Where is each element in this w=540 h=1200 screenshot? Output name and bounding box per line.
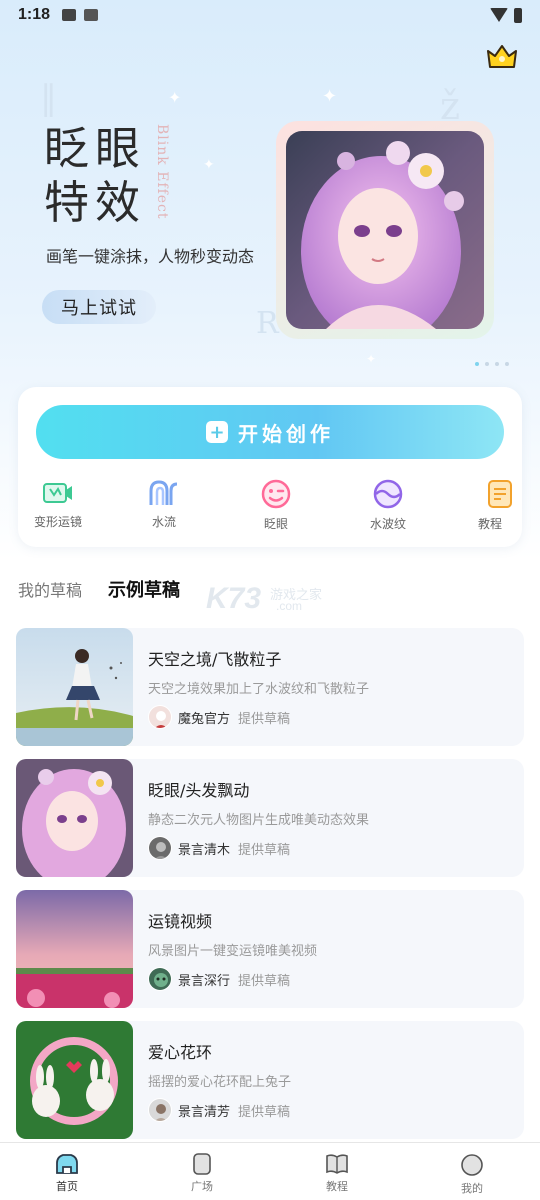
home-icon: [56, 1154, 78, 1174]
draft-list: 天空之境/飞散粒子 天空之境效果加上了水波纹和飞散粒子 魔兔官方 提供草稿 眨眼…: [16, 628, 524, 1152]
book-icon: [326, 1154, 348, 1174]
water-flow-icon: [149, 480, 178, 505]
water-ripple-icon: [373, 479, 403, 509]
author-note: 提供草稿: [238, 1104, 291, 1120]
tool-label: 眨眼: [263, 517, 288, 531]
try-now-button[interactable]: 马上试试: [42, 290, 156, 324]
list-item[interactable]: 眨眼/头发飘动 静态二次元人物图片生成唯美动态效果 景言清木 提供草稿: [16, 759, 524, 877]
author-note: 提供草稿: [238, 711, 291, 727]
draft-thumbnail: [16, 890, 133, 1008]
draft-tabs: 我的草稿 示例草稿: [18, 576, 180, 602]
author-note: 提供草稿: [238, 842, 291, 858]
avatar: [148, 967, 172, 991]
hero-anime-girl-image: [286, 131, 484, 329]
draft-description: 摇摆的爱心花环配上兔子: [148, 1075, 292, 1090]
draft-description: 风景图片一键变运镜唯美视频: [148, 944, 318, 959]
carousel-dot[interactable]: [505, 362, 509, 366]
draft-thumbnail: [16, 1021, 133, 1139]
nav-label: 教程: [326, 1180, 348, 1193]
nav-label: 首页: [56, 1180, 78, 1193]
sparkle-icon: ✦: [366, 352, 377, 366]
nav-label: 广场: [191, 1180, 213, 1193]
tool-water-ripple[interactable]: 水波纹: [348, 479, 428, 532]
status-time: 1:18: [18, 6, 51, 23]
watermark-domain: .com: [276, 599, 303, 613]
author-note: 提供草稿: [238, 973, 291, 989]
tool-tutorial[interactable]: 教程: [460, 479, 540, 532]
tutorial-doc-icon: [488, 480, 512, 508]
draft-description: 天空之境效果加上了水波纹和飞散粒子: [148, 682, 370, 697]
tool-label: 变形运镜: [33, 515, 82, 529]
carousel-dot[interactable]: [475, 362, 479, 366]
tool-label: 水波纹: [369, 517, 406, 531]
bottom-nav: 首页 广场 教程 我的: [0, 1142, 540, 1200]
avatar: [148, 705, 172, 729]
nav-profile[interactable]: 我的: [432, 1153, 512, 1196]
wifi-icon: [490, 8, 508, 22]
hero-title-line2: 特效: [44, 176, 147, 229]
draft-thumbnail: [16, 759, 133, 877]
tool-water-flow[interactable]: 水流: [124, 479, 204, 530]
wink-face-icon: [261, 479, 291, 509]
watermark-k73: K73: [206, 582, 262, 615]
author-name: 景言深行: [178, 973, 231, 989]
hero-title-line1: 眨眼: [44, 122, 147, 175]
draft-author: 景言深行 提供草稿: [148, 967, 290, 991]
nav-home[interactable]: 首页: [27, 1153, 107, 1194]
battery-icon: [514, 7, 522, 23]
hero-title: 眨眼 特效: [44, 122, 164, 230]
nav-label: 我的: [461, 1182, 483, 1195]
draft-author: 景言清木 提供草稿: [148, 836, 290, 860]
list-item[interactable]: 运镜视频 风景图片一键变运镜唯美视频 景言深行 提供草稿: [16, 890, 524, 1008]
draft-title: 天空之境/飞散粒子: [148, 650, 282, 669]
draft-title: 眨眼/头发飘动: [148, 781, 250, 800]
tool-label: 水流: [151, 515, 176, 529]
draft-description: 静态二次元人物图片生成唯美动态效果: [148, 813, 370, 828]
draft-author: 景言清芳 提供草稿: [148, 1098, 290, 1122]
tab-example-drafts[interactable]: 示例草稿: [108, 576, 180, 602]
hero-title-en: Blink Effect: [154, 124, 170, 220]
carousel-dot[interactable]: [485, 362, 489, 366]
crown-icon[interactable]: [486, 43, 518, 69]
watermark-logo: K73 游戏之家 .com: [206, 582, 336, 618]
sparkle-icon: ✦: [203, 157, 215, 173]
author-name: 景言清木: [178, 842, 231, 858]
tab-my-drafts[interactable]: 我的草稿: [18, 577, 82, 601]
hero-decoration: ‖: [40, 78, 57, 118]
draft-title: 爱心花环: [148, 1043, 213, 1062]
draft-title: 运镜视频: [148, 912, 213, 931]
hero-image-card[interactable]: [276, 121, 494, 339]
nav-square[interactable]: 广场: [162, 1153, 242, 1194]
carousel-dot[interactable]: [495, 362, 499, 366]
tool-row: 变形运镜 水流 眨眼 水波纹 教程: [18, 479, 522, 539]
nav-tutorial[interactable]: 教程: [297, 1153, 377, 1194]
status-bar: 1:18: [0, 0, 540, 30]
plus-icon: +: [206, 421, 228, 443]
hero-subtitle: 画笔一键涂抹，人物秒变动态: [46, 247, 255, 266]
profile-icon: [461, 1154, 483, 1176]
carousel-dots: [475, 362, 509, 366]
tool-label: 教程: [477, 517, 502, 531]
tool-wink[interactable]: 眨眼: [236, 479, 316, 532]
morph-camera-icon: [43, 483, 72, 503]
create-panel: + 开始创作 变形运镜 水流 眨眼 水波纹 教程: [18, 387, 522, 547]
draft-author: 魔兔官方 提供草稿: [148, 705, 290, 729]
tool-morph-camera[interactable]: 变形运镜: [18, 479, 98, 530]
avatar: [148, 836, 172, 860]
sparkle-icon: ✦: [322, 86, 338, 107]
list-item[interactable]: 爱心花环 摇摆的爱心花环配上兔子 景言清芳 提供草稿: [16, 1021, 524, 1139]
start-create-label: 开始创作: [238, 421, 334, 446]
sparkle-icon: ✦: [168, 88, 182, 107]
square-icon: [193, 1153, 211, 1175]
font-icon: [84, 9, 99, 21]
author-name: 景言清芳: [178, 1104, 231, 1120]
start-create-button[interactable]: + 开始创作: [36, 405, 504, 459]
image-icon: [62, 9, 77, 21]
author-name: 魔兔官方: [178, 711, 231, 727]
list-item[interactable]: 天空之境/飞散粒子 天空之境效果加上了水波纹和飞散粒子 魔兔官方 提供草稿: [16, 628, 524, 746]
avatar: [148, 1098, 172, 1122]
draft-thumbnail: [16, 628, 133, 746]
